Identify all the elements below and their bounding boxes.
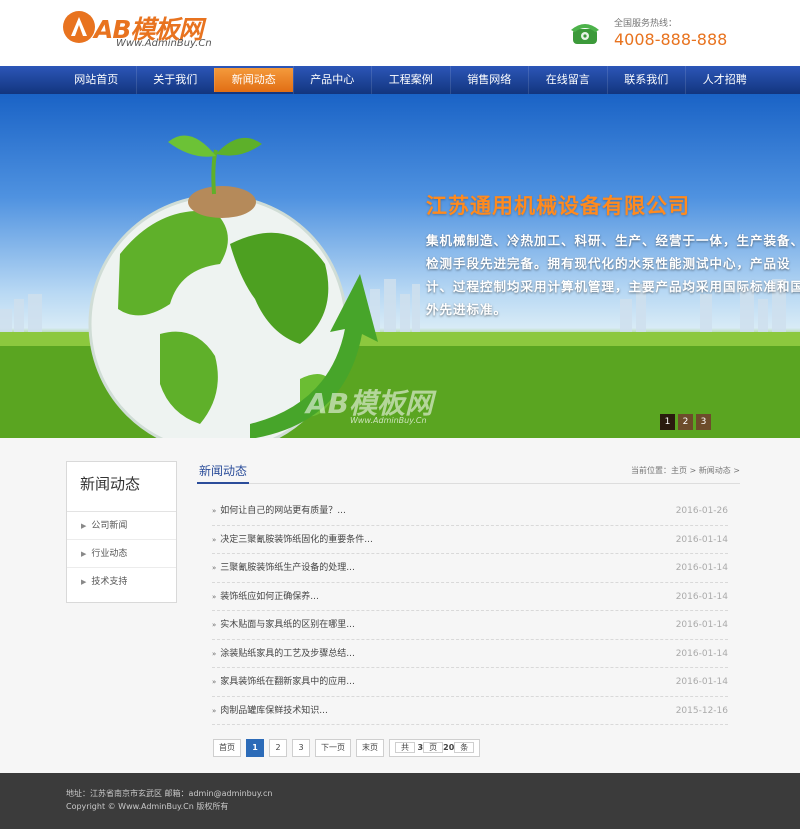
- banner-text: 集机械制造、冷热加工、科研、生产、经营于一体，生产装备、检测手段先进完备。拥有现…: [426, 233, 800, 317]
- slider-pagination: 1 2 3: [660, 414, 711, 430]
- nav-item-products[interactable]: 产品中心: [292, 66, 372, 94]
- content-title: 新闻动态: [197, 460, 250, 484]
- sidebar-title: 新闻动态: [67, 462, 176, 512]
- news-date: 2016-01-14: [675, 563, 728, 573]
- news-date: 2016-01-14: [675, 534, 728, 545]
- page-button-2[interactable]: 2: [269, 739, 287, 757]
- sidebar-item-company-news[interactable]: ▶ 公司新闻: [67, 512, 176, 540]
- news-item[interactable]: » 决定三聚氰胺装饰纸固化的重要条件... 2016-01-14: [212, 526, 728, 554]
- site-footer: 地址：江苏省南京市玄武区 邮箱：admin@adminbuy.cn Copyri…: [0, 773, 800, 829]
- news-item[interactable]: » 如何让自己的网站更有质量？... 2016-01-26: [212, 497, 728, 526]
- news-list: » 如何让自己的网站更有质量？... 2016-01-26 » 决定三聚氰胺装饰纸固化…: [212, 497, 728, 725]
- news-item[interactable]: » 三聚氰胺装饰纸生产设备的处理... 2016-01-14: [212, 554, 728, 583]
- double-arrow-icon: »: [212, 678, 217, 686]
- nav-item-home[interactable]: 网站首页: [57, 66, 136, 94]
- site-logo[interactable]: AB模板网 Www.AdminBuy.Cn: [62, 10, 232, 54]
- double-arrow-icon: »: [212, 621, 217, 629]
- news-title[interactable]: 装饰纸应如何正确保养...: [220, 592, 319, 602]
- banner-watermark: AB模板网 Www.AdminBuy.Cn: [306, 382, 433, 425]
- footer-copyright: Copyright © Www.AdminBuy.Cn 版权所有: [66, 802, 229, 811]
- sidebar: 新闻动态 ▶ 公司新闻 ▶ 行业动态 ▶ 技术支持: [66, 461, 177, 603]
- summary-suffix: 条: [454, 742, 475, 753]
- page-button-3[interactable]: 3: [292, 739, 310, 757]
- telephone-icon: [571, 24, 599, 44]
- first-page-button[interactable]: 首页: [213, 739, 241, 757]
- nav-item-jobs[interactable]: 人才招聘: [685, 66, 764, 94]
- double-arrow-icon: »: [212, 507, 217, 515]
- arrow-right-icon: ▶: [81, 578, 87, 586]
- news-item[interactable]: » 涂装贴纸家具的工艺及步骤总结... 2016-01-14: [212, 640, 728, 668]
- news-title[interactable]: 实木贴面与家具纸的区别在哪里...: [220, 620, 355, 630]
- double-arrow-icon: »: [212, 535, 217, 544]
- news-date: 2015-12-16: [675, 705, 728, 716]
- slide-dot-2[interactable]: 2: [678, 414, 693, 430]
- sidebar-item-label: 行业动态: [91, 549, 128, 559]
- nav-item-cases[interactable]: 工程案例: [371, 66, 450, 94]
- site-header: AB模板网 Www.AdminBuy.Cn 全国服务热线： 4008-888-8…: [0, 0, 800, 66]
- summary-count: 20: [443, 743, 455, 752]
- sidebar-item-industry-news[interactable]: ▶ 行业动态: [67, 540, 176, 568]
- news-date: 2016-01-14: [675, 677, 728, 687]
- nav-item-about[interactable]: 关于我们: [135, 66, 215, 94]
- hotline: 全国服务热线： 4008-888-888: [570, 12, 760, 52]
- double-arrow-icon: »: [212, 592, 217, 601]
- hotline-label: 全国服务热线：: [614, 19, 678, 29]
- news-date: 2016-01-14: [675, 648, 728, 659]
- breadcrumb[interactable]: 当前位置：主页 > 新闻动态 >: [631, 465, 740, 476]
- summary-prefix: 共: [395, 742, 415, 753]
- news-date: 2016-01-14: [675, 620, 728, 630]
- page-button-1[interactable]: 1: [246, 739, 264, 757]
- main-nav: 网站首页 关于我们 新闻动态 产品中心 工程案例 销售网络 在线留言 联系我们 …: [0, 66, 800, 94]
- next-page-button[interactable]: 下一页: [315, 739, 351, 757]
- sidebar-item-label: 公司新闻: [91, 521, 128, 531]
- logo-url: Www.AdminBuy.Cn: [116, 38, 212, 49]
- nav-item-contact[interactable]: 联系我们: [606, 66, 686, 94]
- pagination: 首页 1 2 3 下一页 末页 共 3 页 20 条: [213, 739, 481, 757]
- news-title[interactable]: 肉制品罐库保鲜技术知识...: [220, 706, 328, 716]
- nav-item-message[interactable]: 在线留言: [528, 66, 607, 94]
- news-item[interactable]: » 实木贴面与家具纸的区别在哪里... 2016-01-14: [212, 611, 728, 640]
- nav-item-sales[interactable]: 销售网络: [449, 66, 529, 94]
- arrow-right-icon: ▶: [81, 522, 87, 530]
- news-title[interactable]: 如何让自己的网站更有质量？...: [220, 506, 346, 516]
- news-title[interactable]: 三聚氰胺装饰纸生产设备的处理...: [220, 563, 355, 573]
- sidebar-item-label: 技术支持: [91, 577, 128, 587]
- logo-mark-icon: [63, 11, 95, 43]
- sidebar-item-tech-support[interactable]: ▶ 技术支持: [67, 568, 176, 596]
- news-title[interactable]: 家具装饰纸在翻新家具中的应用...: [220, 677, 355, 687]
- nav-item-news[interactable]: 新闻动态: [214, 68, 293, 92]
- double-arrow-icon: »: [212, 564, 217, 572]
- news-date: 2016-01-14: [675, 591, 728, 602]
- news-item[interactable]: » 肉制品罐库保鲜技术知识... 2015-12-16: [212, 697, 728, 725]
- slide-dot-3[interactable]: 3: [696, 414, 711, 430]
- news-title[interactable]: 决定三聚氰胺装饰纸固化的重要条件...: [220, 535, 373, 545]
- last-page-button[interactable]: 末页: [356, 739, 384, 757]
- arrow-right-icon: ▶: [81, 550, 87, 558]
- double-arrow-icon: »: [212, 649, 217, 658]
- watermark-url: Www.AdminBuy.Cn: [350, 416, 427, 425]
- news-title[interactable]: 涂装贴纸家具的工艺及步骤总结...: [220, 649, 355, 659]
- summary-mid: 页: [423, 742, 444, 753]
- hero-banner[interactable]: 江苏通用机械设备有限公司 集机械制造、冷热加工、科研、生产、经营于一体，生产装备…: [0, 94, 800, 438]
- hotline-number: 4008-888-888: [614, 30, 728, 49]
- news-item[interactable]: » 装饰纸应如何正确保养... 2016-01-14: [212, 583, 728, 611]
- news-date: 2016-01-26: [675, 506, 728, 516]
- footer-address: 地址：江苏省南京市玄武区 邮箱：admin@adminbuy.cn: [66, 789, 273, 798]
- double-arrow-icon: »: [212, 706, 217, 715]
- page-summary: 共 3 页 20 条: [389, 739, 481, 757]
- content-header: 新闻动态 当前位置：主页 > 新闻动态 >: [197, 460, 740, 484]
- banner-title: 江苏通用机械设备有限公司: [426, 194, 690, 218]
- slide-dot-1[interactable]: 1: [660, 414, 675, 430]
- news-item[interactable]: » 家具装饰纸在翻新家具中的应用... 2016-01-14: [212, 668, 728, 697]
